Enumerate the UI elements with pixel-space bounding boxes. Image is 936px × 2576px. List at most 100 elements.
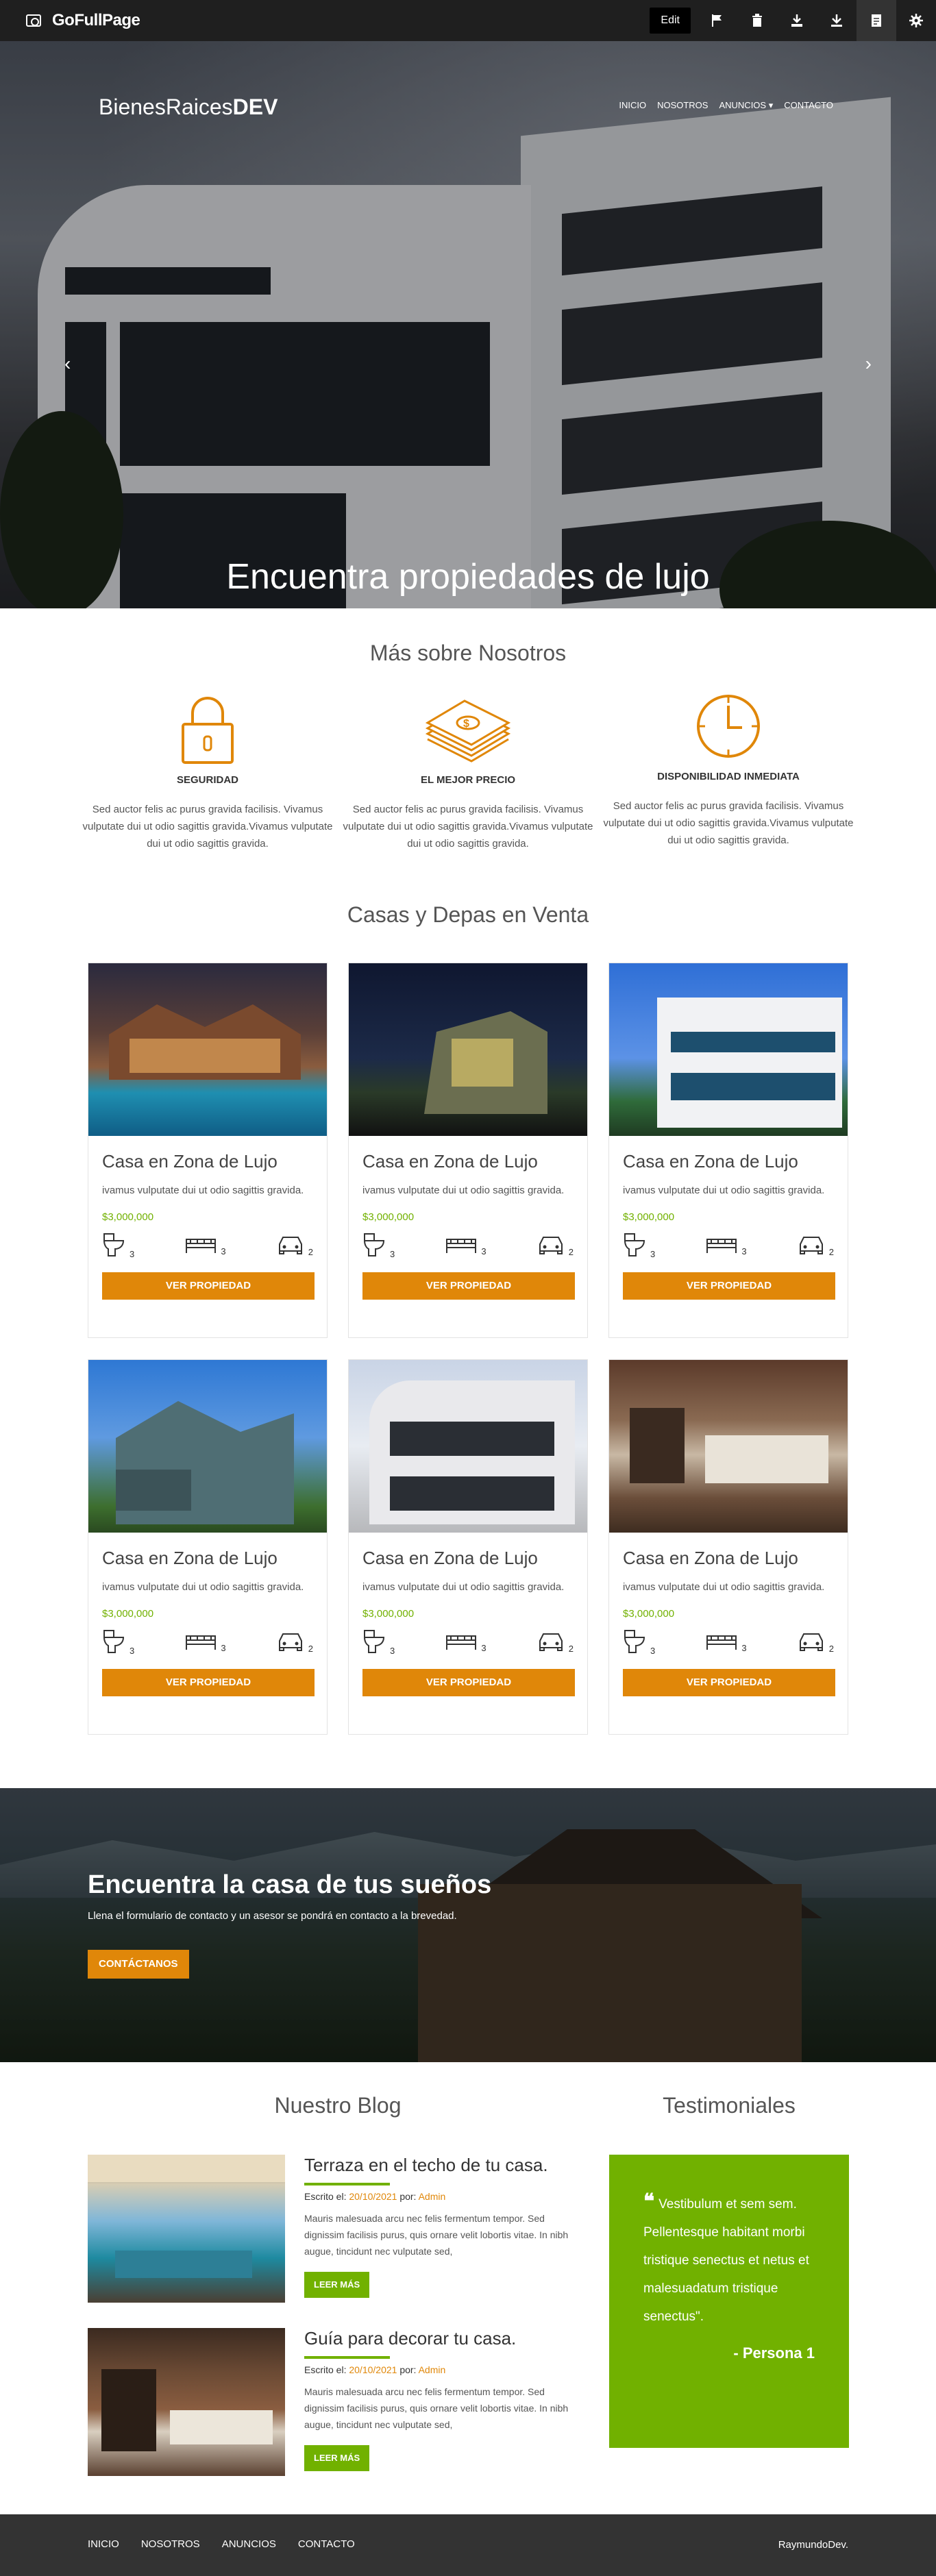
blog-post-image[interactable] [88, 2155, 285, 2303]
extension-actions: Edit [650, 0, 936, 41]
edit-button[interactable]: Edit [650, 8, 691, 34]
carousel-prev-icon[interactable]: ‹ [64, 353, 71, 375]
property-image [88, 963, 327, 1136]
download-pdf-icon[interactable] [777, 0, 817, 41]
beds-count: 3 [481, 1642, 487, 1653]
band-overlay [0, 1788, 936, 2062]
download-icon[interactable] [817, 0, 857, 41]
nav-contacto[interactable]: CONTACTO [784, 100, 833, 111]
parking-count: 2 [308, 1246, 313, 1257]
ver-propiedad-button[interactable]: VER PROPIEDAD [102, 1669, 315, 1696]
property-price: $3,000,000 [623, 1608, 675, 1620]
feature-wc: 3 [623, 1629, 655, 1656]
leer-mas-button[interactable]: LEER MÁS [304, 2445, 370, 2471]
property-text: ivamus vulputate dui ut odio sagittis gr… [623, 1185, 825, 1196]
property-image [88, 1360, 327, 1533]
property-card: Casa en Zona de Lujo ivamus vulputate du… [88, 1359, 328, 1735]
car-icon [277, 1631, 304, 1654]
ver-propiedad-button[interactable]: VER PROPIEDAD [102, 1272, 315, 1300]
feature-wc: 3 [362, 1629, 395, 1656]
feature-beds: 3 [185, 1235, 226, 1256]
feature-parking: 2 [537, 1235, 574, 1257]
site-logo[interactable]: BienesRaicesDEV [99, 95, 278, 120]
property-features: 3 3 2 [102, 1233, 313, 1259]
feature-text: Sed auctor felis ac purus gravida facili… [603, 800, 854, 846]
bed-icon [706, 1632, 737, 1653]
testimonial-box: ❝ Vestibulum et sem sem. Pellentesque hab… [609, 2155, 849, 2448]
property-price: $3,000,000 [623, 1211, 675, 1223]
title-underline [304, 2356, 390, 2359]
gear-icon[interactable] [896, 0, 936, 41]
document-icon[interactable] [857, 0, 896, 41]
written-label: Escrito el: [304, 2364, 349, 2375]
property-text: ivamus vulputate dui ut odio sagittis gr… [362, 1581, 565, 1593]
about-title: Más sobre Nosotros [369, 641, 567, 665]
site-logo-bold: DEV [232, 95, 278, 119]
band-text: Llena el formulario de contacto y un ase… [88, 1910, 457, 1922]
car-icon [537, 1631, 565, 1654]
wc-count: 3 [130, 1645, 135, 1656]
trash-icon[interactable] [737, 0, 777, 41]
blog-post: Guía para decorar tu casa. Escrito el: 2… [88, 2328, 581, 2479]
footer-nav-anuncios[interactable]: ANUNCIOS [222, 2538, 276, 2550]
property-price: $3,000,000 [102, 1211, 154, 1223]
nav-nosotros[interactable]: NOSOTROS [657, 100, 708, 111]
blog-post-meta: Escrito el: 20/10/2021 por: Admin [304, 2364, 581, 2375]
blog-post-text: Mauris malesuada arcu nec felis fermentu… [304, 2213, 569, 2257]
property-image [349, 1360, 587, 1533]
extension-logo: GoFullPage [26, 11, 140, 30]
site-logo-light: BienesRaices [99, 95, 233, 119]
testimonial-text: Vestibulum et sem sem. Pellentesque habi… [643, 2197, 809, 2324]
footer-nav-contacto[interactable]: CONTACTO [298, 2538, 355, 2550]
footer-nav-inicio[interactable]: INICIO [88, 2538, 119, 2550]
property-features: 3 3 2 [623, 1629, 834, 1656]
footer: INICIO NOSOTROS ANUNCIOS CONTACTO Raymun… [0, 2514, 936, 2576]
toilet-icon [362, 1629, 386, 1656]
feature-seguridad: SEGURIDAD Sed auctor felis ac purus grav… [81, 692, 334, 852]
contactanos-button[interactable]: CONTÁCTANOS [88, 1950, 189, 1979]
carousel-next-icon[interactable]: › [865, 353, 872, 375]
parking-count: 2 [308, 1643, 313, 1654]
ver-propiedad-button[interactable]: VER PROPIEDAD [623, 1669, 835, 1696]
band-title: Encuentra la casa de tus sueños [88, 1870, 492, 1899]
property-card: Casa en Zona de Lujo ivamus vulputate du… [348, 963, 588, 1338]
feature-beds: 3 [185, 1632, 226, 1653]
flag-icon[interactable] [698, 0, 737, 41]
lock-icon [81, 692, 334, 767]
car-icon [798, 1235, 825, 1257]
feature-parking: 2 [277, 1631, 313, 1654]
beds-count: 3 [221, 1642, 226, 1653]
toilet-icon [623, 1629, 646, 1656]
blog-post-image[interactable] [88, 2328, 285, 2476]
feature-parking: 2 [277, 1235, 313, 1257]
feature-disponibilidad: DISPONIBILIDAD INMEDIATA Sed auctor feli… [602, 689, 855, 849]
property-features: 3 3 2 [362, 1629, 574, 1656]
parking-count: 2 [568, 1643, 574, 1654]
nav-inicio[interactable]: INICIO [619, 100, 646, 111]
by-label: por: [397, 2364, 419, 2375]
footer-copyright: RaymundoDev. [778, 2539, 848, 2551]
leer-mas-button[interactable]: LEER MÁS [304, 2272, 370, 2298]
footer-nav-nosotros[interactable]: NOSOTROS [141, 2538, 200, 2550]
feature-mejor-precio: $ EL MEJOR PRECIO Sed auctor felis ac pu… [341, 692, 595, 852]
property-features: 3 3 2 [102, 1629, 313, 1656]
testimonial-author: - Persona 1 [733, 2344, 815, 2362]
parking-count: 2 [828, 1643, 834, 1654]
ver-propiedad-button[interactable]: VER PROPIEDAD [362, 1272, 575, 1300]
feature-title: EL MEJOR PRECIO [420, 774, 516, 786]
property-features: 3 3 2 [623, 1233, 834, 1259]
ver-propiedad-button[interactable]: VER PROPIEDAD [362, 1669, 575, 1696]
blog-post-title[interactable]: Guía para decorar tu casa. [304, 2328, 581, 2349]
bed-icon [445, 1235, 477, 1256]
camera-icon [26, 14, 41, 27]
property-title: Casa en Zona de Lujo [362, 1151, 538, 1172]
ver-propiedad-button[interactable]: VER PROPIEDAD [623, 1272, 835, 1300]
property-price: $3,000,000 [362, 1608, 415, 1620]
blog-post-title[interactable]: Terraza en el techo de tu casa. [304, 2155, 581, 2176]
testimonials-title: Testimoniales [663, 2093, 796, 2118]
property-card: Casa en Zona de Lujo ivamus vulputate du… [88, 963, 328, 1338]
nav-anuncios[interactable]: ANUNCIOS ▾ [719, 100, 773, 111]
parking-count: 2 [828, 1246, 834, 1257]
parking-count: 2 [568, 1246, 574, 1257]
property-title: Casa en Zona de Lujo [623, 1151, 798, 1172]
